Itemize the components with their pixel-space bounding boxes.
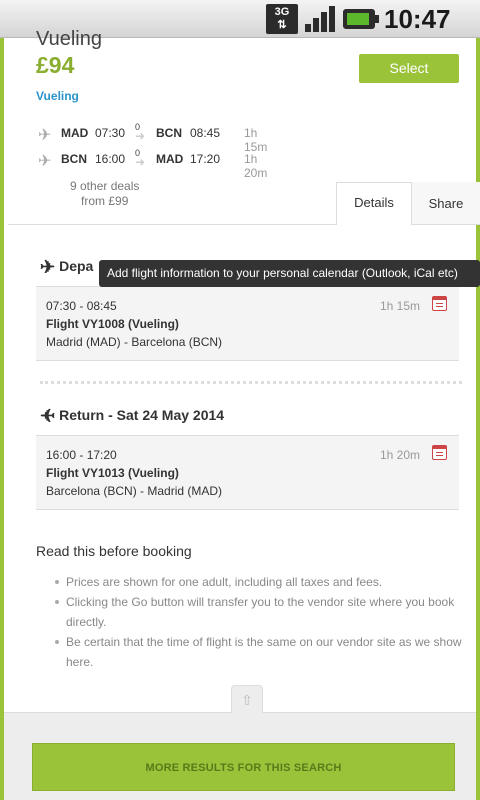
leg-departure-time: 16:00	[95, 152, 126, 166]
battery-charging-icon	[343, 9, 379, 29]
flight-route: Madrid (MAD) - Barcelona (BCN)	[46, 335, 223, 349]
divider	[8, 224, 336, 225]
deal-price: £94	[36, 52, 75, 78]
other-deals-price: from £99	[81, 194, 129, 208]
scroll-to-top-icon[interactable]: ⇧	[231, 685, 263, 713]
depart-section-title: ✈ Depa	[40, 257, 94, 277]
plane-icon: ✈	[40, 257, 56, 277]
plane-icon: ✈	[40, 406, 56, 426]
calendar-add-icon[interactable]	[432, 445, 447, 460]
flight-route: Barcelona (BCN) - Madrid (MAD)	[46, 484, 223, 498]
network-3g-icon: 3G ⇅	[266, 4, 298, 34]
list-item: Be certain that the time of flight is th…	[55, 632, 466, 672]
flight-times: 07:30 - 08:45	[46, 299, 117, 313]
leg-arrival-time: 17:20	[190, 152, 221, 166]
flight-number: Flight VY1013 (Vueling)	[46, 466, 179, 480]
flight-duration: 1h 15m	[380, 299, 421, 313]
flight-number: Flight VY1008 (Vueling)	[46, 317, 179, 331]
arrow-right-icon: ➜	[135, 155, 146, 169]
select-button[interactable]: Select	[359, 54, 459, 83]
more-results-button[interactable]: MORE RESULTS FOR THIS SEARCH	[32, 743, 455, 791]
leg-destination: BCN	[156, 126, 182, 140]
airline-name: Vueling	[36, 89, 79, 103]
arrow-right-icon: ➜	[135, 129, 146, 143]
plane-icon: ✈	[38, 127, 52, 144]
return-flight-card: 16:00 - 17:20 1h 20m Flight VY1013 (Vuel…	[36, 435, 459, 510]
plane-icon: ✈	[38, 153, 52, 170]
list-item: Clicking the Go button will transfer you…	[55, 592, 466, 632]
other-deals-link[interactable]: 9 other deals from £99	[70, 179, 139, 209]
signal-strength-icon	[305, 6, 335, 32]
other-deals-count: 9 other deals	[70, 179, 140, 193]
list-item: Prices are shown for one adult, includin…	[55, 572, 466, 592]
leg-destination: MAD	[156, 152, 184, 166]
flight-duration: 1h 20m	[380, 448, 421, 462]
leg-duration: 1h 15m	[244, 126, 268, 154]
notes-list: Prices are shown for one adult, includin…	[55, 572, 466, 672]
calendar-tooltip: Add flight information to your personal …	[99, 260, 480, 287]
flight-detail-page: Vueling £94 Vueling Select ✈ MAD 07:30 0…	[0, 28, 480, 800]
dotted-divider	[40, 381, 462, 384]
leg-origin: MAD	[61, 126, 89, 140]
leg-duration: 1h 20m	[244, 152, 268, 180]
calendar-add-icon[interactable]	[432, 296, 447, 311]
leg-arrival-time: 08:45	[190, 126, 221, 140]
notes-title: Read this before booking	[36, 543, 192, 559]
tab-details[interactable]: Details	[336, 182, 412, 225]
tab-share[interactable]: Share	[412, 182, 480, 225]
leg-origin: BCN	[61, 152, 87, 166]
flight-times: 16:00 - 17:20	[46, 448, 117, 462]
leg-departure-time: 07:30	[95, 126, 126, 140]
return-section-title: ✈ Return - Sat 24 May 2014	[40, 406, 225, 426]
depart-flight-card: 07:30 - 08:45 1h 15m Flight VY1008 (Vuel…	[36, 286, 459, 361]
airline-heading: Vueling	[36, 28, 102, 50]
